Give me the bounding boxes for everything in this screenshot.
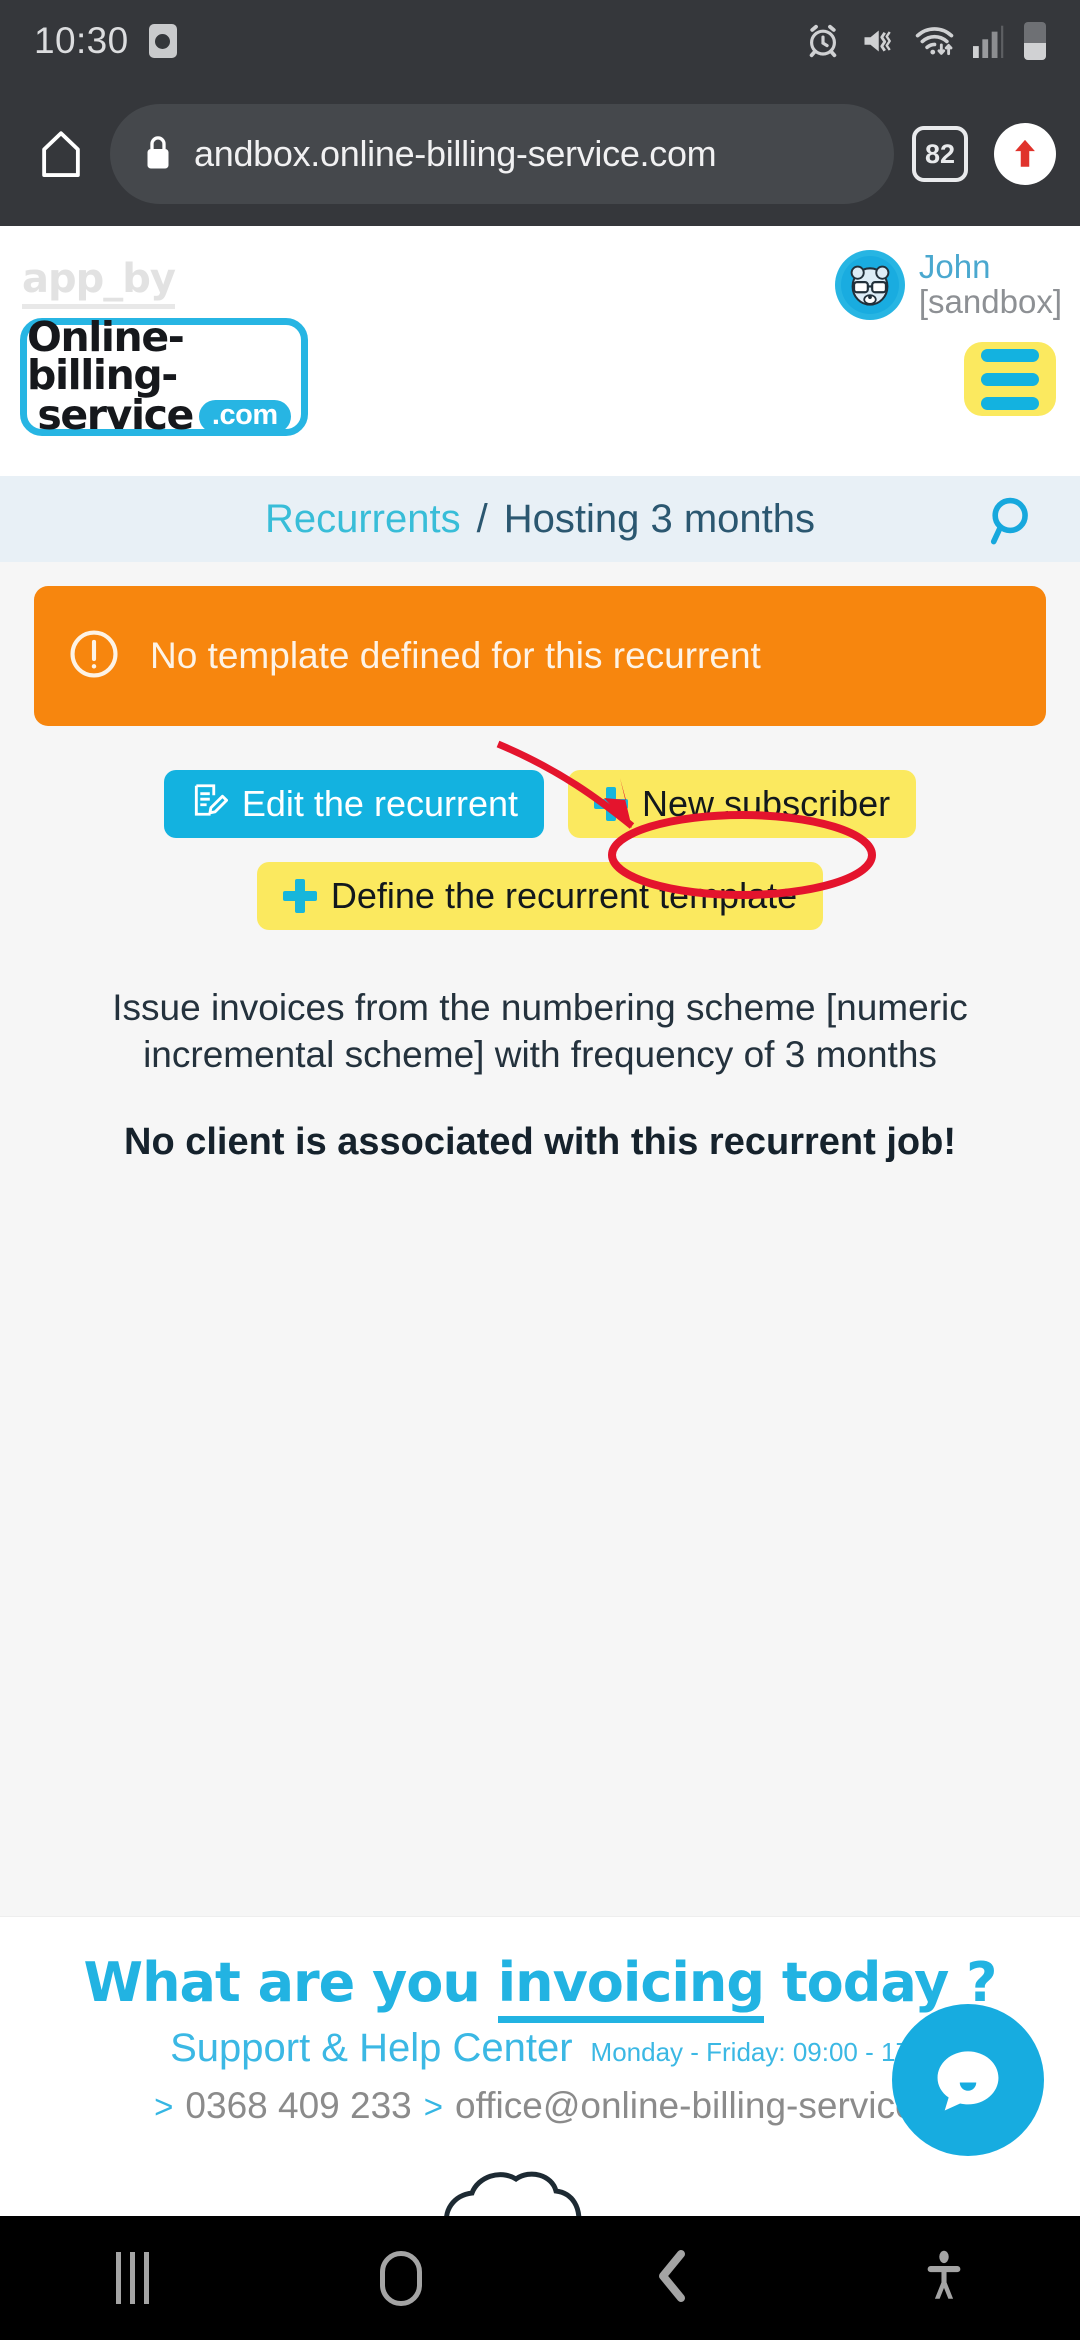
lock-icon	[144, 134, 172, 175]
menu-bar-1	[981, 348, 1039, 362]
site-logo[interactable]: Online-billing- service .com	[20, 312, 308, 440]
menu-bar-3	[981, 396, 1039, 410]
user-mode: [sandbox]	[918, 282, 1062, 320]
breadcrumb: Recurrents / Hosting 3 months	[0, 476, 1080, 562]
chevron-right-icon: >	[423, 2088, 444, 2125]
avatar	[834, 250, 905, 320]
logo-badge: .com	[198, 399, 291, 433]
exclamation-circle-icon	[66, 626, 122, 687]
edit-recurrent-label: Edit the recurrent	[241, 783, 519, 824]
alarm-icon	[804, 22, 842, 60]
new-subscriber-label: New subscriber	[642, 783, 891, 824]
support-hours: Monday - Friday: 09:00 - 17	[590, 2037, 910, 2067]
screen-capture-icon	[148, 24, 177, 58]
user-account[interactable]: John [sandbox]	[834, 248, 1062, 320]
search-icon[interactable]	[984, 494, 1040, 555]
slogan-underlined: invoicing	[497, 1951, 765, 2023]
support-title[interactable]: Support & Help Center	[170, 2026, 572, 2071]
phone-screen: 10:30 andbox.online-billing-service.com …	[0, 0, 1080, 2340]
status-time: 10:30	[34, 20, 129, 61]
phone-number[interactable]: 0368 409 233	[185, 2085, 411, 2127]
secondary-actions-row: Define the recurrent template	[0, 862, 1080, 930]
breadcrumb-parent[interactable]: Recurrents	[265, 497, 461, 542]
alert-message: No template defined for this recurrent	[150, 635, 761, 676]
recent-apps-icon[interactable]	[115, 2252, 149, 2304]
home-icon[interactable]	[24, 129, 98, 179]
url-text: andbox.online-billing-service.com	[194, 133, 717, 174]
wifi-icon	[914, 22, 956, 60]
define-template-label: Define the recurrent template	[330, 875, 798, 916]
browser-toolbar: andbox.online-billing-service.com 82	[0, 82, 1080, 226]
edit-document-icon	[190, 781, 228, 828]
home-icon[interactable]	[379, 2250, 422, 2306]
primary-actions-row: Edit the recurrent New subscriber	[0, 770, 1080, 838]
footer-cloud-graphic	[430, 2163, 650, 2216]
logo-line-1: Online-billing-	[27, 312, 185, 399]
android-nav-bar	[0, 2216, 1080, 2340]
define-template-button[interactable]: Define the recurrent template	[256, 862, 824, 930]
menu-bar-2	[981, 372, 1039, 386]
signal-icon	[973, 23, 1007, 59]
page-actions-icon[interactable]	[994, 123, 1056, 185]
back-icon[interactable]	[653, 2248, 693, 2309]
plus-icon	[282, 879, 317, 913]
plus-icon	[594, 787, 629, 821]
new-subscriber-button[interactable]: New subscriber	[568, 770, 917, 838]
accessibility-icon[interactable]	[924, 2248, 964, 2309]
email-address[interactable]: office@online-billing-service.	[455, 2085, 926, 2127]
recurrent-description: Issue invoices from the numbering scheme…	[112, 987, 968, 1076]
site-header: app_by Online-billing- service .com John…	[0, 226, 1080, 476]
battery-icon	[1024, 22, 1046, 60]
tab-counter[interactable]: 82	[912, 126, 968, 182]
status-bar: 10:30	[0, 0, 1080, 82]
no-client-note: No client is associated with this recurr…	[124, 1120, 956, 1163]
chevron-right-icon: >	[154, 2088, 174, 2125]
alert-banner: No template defined for this recurrent	[34, 586, 1046, 726]
app-by-label: app_by	[22, 256, 176, 309]
breadcrumb-separator: /	[476, 496, 488, 541]
user-name: John	[918, 248, 991, 285]
mute-vibrate-icon	[859, 23, 897, 59]
web-page: app_by Online-billing- service .com John…	[0, 226, 1080, 2216]
breadcrumb-current: Hosting 3 months	[503, 496, 816, 541]
address-bar[interactable]: andbox.online-billing-service.com	[110, 104, 894, 204]
slogan-part-1: What are you	[83, 1951, 498, 2014]
logo-line-2: service	[37, 391, 194, 440]
site-footer: What are you invoicing today ? Support &…	[0, 1916, 1080, 2216]
chat-bubble-icon[interactable]	[892, 2004, 1044, 2156]
hamburger-menu[interactable]	[964, 342, 1056, 416]
footer-slogan: What are you invoicing today ?	[0, 1951, 1080, 2023]
edit-recurrent-button[interactable]: Edit the recurrent	[163, 770, 545, 838]
